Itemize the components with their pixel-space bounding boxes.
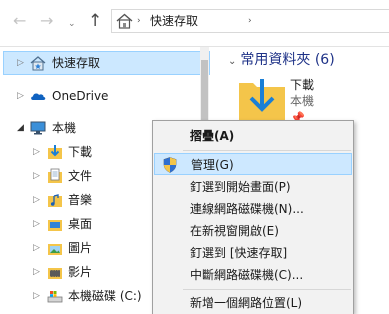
expand-chevron-icon[interactable]: ▷ — [33, 260, 40, 284]
tree-item-downloads[interactable]: ▷ 下載 — [0, 140, 152, 164]
tree-item-documents[interactable]: ▷ 文件 — [0, 164, 152, 188]
tree-item-label: 影片 — [68, 265, 93, 279]
tree-item-label: 音樂 — [68, 193, 93, 207]
this-pc-monitor-icon — [30, 121, 46, 135]
breadcrumb-quick-access[interactable]: 快速存取 — [150, 13, 198, 29]
pictures-folder-icon — [48, 244, 62, 255]
documents-folder-icon — [48, 168, 62, 183]
menu-item-pin-quick-access[interactable]: 釘選到 [快速存取] — [154, 242, 352, 264]
tree-item-label: 快速存取 — [52, 56, 101, 70]
tree-item-onedrive[interactable]: ▷ OneDrive — [0, 84, 200, 108]
menu-separator — [183, 150, 351, 151]
tree-item-label: 文件 — [68, 169, 93, 183]
music-folder-icon — [48, 194, 62, 207]
menu-item-label: 管理(G) — [191, 158, 234, 172]
quick-access-star-icon — [30, 56, 46, 71]
onedrive-cloud-icon — [31, 93, 46, 100]
context-menu: 摺疊(A) 管理(G) 釘選到開始畫面(P) 連線網路磁碟機(N)... 在新視… — [152, 120, 354, 314]
menu-item-disconnect-network-drive[interactable]: 中斷網路磁碟機(C)... — [154, 264, 352, 286]
expand-chevron-icon[interactable]: ▷ — [33, 212, 40, 236]
tree-item-music[interactable]: ▷ 音樂 — [0, 188, 152, 212]
menu-item-label: 中斷網路磁碟機(C)... — [190, 268, 304, 282]
expand-chevron-icon[interactable]: ▷ — [33, 188, 40, 212]
menu-item-label: 摺疊(A) — [190, 129, 235, 143]
expand-chevron-icon[interactable]: ▷ — [33, 164, 40, 188]
tree-item-quick-access[interactable]: ▷ 快速存取 — [0, 51, 210, 75]
tree-item-label: 下載 — [68, 145, 93, 159]
tile-location: 本機 — [290, 94, 315, 108]
tree-item-local-disk-c[interactable]: ▷ 本機磁碟 (C:) — [0, 284, 152, 308]
downloads-folder-large-icon[interactable] — [239, 75, 285, 123]
uac-shield-icon — [163, 157, 177, 173]
expand-chevron-icon[interactable]: ▷ — [33, 236, 40, 260]
menu-item-label: 釘選到開始畫面(P) — [190, 180, 291, 194]
breadcrumb-separator-icon[interactable]: › — [248, 14, 252, 28]
tree-item-label: OneDrive — [52, 89, 109, 103]
forward-arrow-icon[interactable]: → — [40, 12, 53, 30]
tree-item-label: 圖片 — [68, 241, 93, 255]
expand-chevron-icon[interactable]: ▷ — [17, 84, 24, 108]
menu-item-label: 連線網路磁碟機(N)... — [190, 202, 304, 216]
expand-chevron-icon[interactable]: ▷ — [17, 51, 24, 75]
expand-chevron-icon[interactable]: ▷ — [33, 140, 40, 164]
tree-item-label: 桌面 — [68, 217, 93, 231]
menu-item-manage[interactable]: 管理(G) — [154, 153, 352, 175]
menu-item-label: 釘選到 [快速存取] — [190, 246, 288, 260]
section-title: 常用資料夾 (6) — [240, 52, 335, 68]
downloads-folder-icon — [48, 145, 62, 159]
menu-item-label: 新增一個網路位置(L) — [190, 296, 303, 310]
back-arrow-icon[interactable]: ← — [13, 12, 26, 30]
tile-name[interactable]: 下載 — [290, 78, 314, 93]
videos-folder-icon — [48, 268, 62, 279]
tree-item-label: 本機 — [52, 121, 77, 135]
recent-locations-chevron-icon[interactable]: ⌄ — [68, 15, 76, 33]
menu-item-collapse[interactable]: 摺疊(A) — [154, 125, 352, 147]
local-disk-icon — [47, 291, 63, 303]
menu-item-map-network-drive[interactable]: 連線網路磁碟機(N)... — [154, 198, 352, 220]
menu-separator — [183, 289, 351, 290]
tree-item-videos[interactable]: ▷ 影片 — [0, 260, 152, 284]
address-field[interactable]: › 快速存取 › — [111, 9, 389, 33]
address-toolbar: ← → ⌄ ↑ › 快速存取 › — [0, 0, 389, 47]
expand-chevron-icon[interactable]: ▷ — [33, 284, 40, 308]
home-icon — [116, 13, 133, 29]
menu-item-open-new-window[interactable]: 在新視窗開啟(E) — [154, 220, 352, 242]
desktop-folder-icon — [48, 220, 62, 231]
breadcrumb-separator-icon[interactable]: › — [137, 14, 141, 28]
tree-item-label: 本機磁碟 (C:) — [68, 289, 142, 303]
up-arrow-icon[interactable]: ↑ — [88, 12, 102, 30]
frequent-folders-header[interactable]: ⌄ 常用資料夾 (6) — [228, 50, 335, 72]
collapse-chevron-icon[interactable]: ⌄ — [228, 56, 236, 67]
menu-item-pin-to-start[interactable]: 釘選到開始畫面(P) — [154, 176, 352, 198]
tree-item-desktop[interactable]: ▷ 桌面 — [0, 212, 152, 236]
menu-item-label: 在新視窗開啟(E) — [190, 224, 279, 238]
collapse-chevron-icon[interactable]: ◢ — [17, 116, 24, 140]
menu-item-add-network-location[interactable]: 新增一個網路位置(L) — [154, 292, 352, 314]
tree-item-pictures[interactable]: ▷ 圖片 — [0, 236, 152, 260]
